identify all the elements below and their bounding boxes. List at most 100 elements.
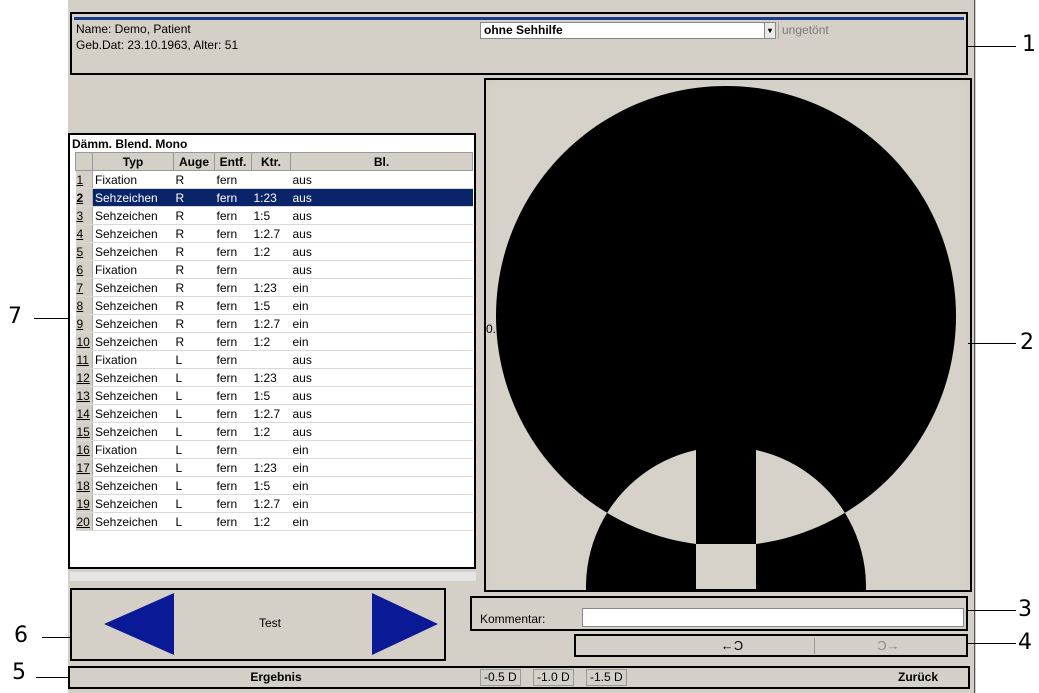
col-header-ktr[interactable]: Ktr. <box>251 152 291 171</box>
table-horizontal-scrollbar[interactable] <box>70 572 476 581</box>
cell-entf: fern <box>214 458 252 477</box>
cell-typ: Sehzeichen <box>92 314 174 333</box>
col-header-typ[interactable]: Typ <box>92 152 174 171</box>
row-index: 3 <box>75 206 93 225</box>
table-row[interactable]: 15 Sehzeichen Lfern 1:2 aus <box>75 422 473 441</box>
cell-typ: Fixation <box>92 170 174 189</box>
cell-ktr: 1:2 <box>251 332 291 351</box>
table-row[interactable]: 19 Sehzeichen Lfern 1:2.7 ein <box>75 494 473 513</box>
cell-bl: aus <box>290 386 473 405</box>
cell-auge: R <box>173 206 215 225</box>
cell-auge: L <box>173 458 215 477</box>
cell-ktr: 1:2 <box>251 422 291 441</box>
right-triangle-icon[interactable] <box>372 593 444 657</box>
diopter-button-1.5[interactable]: -1.5 D <box>586 669 627 686</box>
cell-entf: fern <box>214 278 252 297</box>
cell-bl: aus <box>290 404 473 423</box>
callout-line-4 <box>966 643 1016 644</box>
row-index: 19 <box>75 494 93 513</box>
table-row[interactable]: 2 Sehzeichen Rfern 1:23 aus <box>75 188 473 207</box>
cell-ktr: 1:23 <box>251 458 291 477</box>
undo-button[interactable]: ←Ɔ <box>652 638 812 654</box>
cell-bl: ein <box>290 314 473 333</box>
landolt-ring-shape <box>496 85 956 590</box>
row-index: 7 <box>75 278 93 297</box>
table-row[interactable]: 6 Fixation Rfern aus <box>75 260 473 279</box>
cell-bl: aus <box>290 188 473 207</box>
cell-entf: fern <box>214 494 252 513</box>
cell-entf: fern <box>214 368 252 387</box>
cell-auge: L <box>173 476 215 495</box>
cell-bl: aus <box>290 422 473 441</box>
cell-entf: fern <box>214 242 252 261</box>
table-row[interactable]: 8 Sehzeichen Rfern 1:5 ein <box>75 296 473 315</box>
col-header-entf[interactable]: Entf. <box>214 152 252 171</box>
row-index: 2 <box>75 188 93 207</box>
table-row[interactable]: 20 Sehzeichen Lfern 1:2 ein <box>75 512 473 531</box>
cell-typ: Sehzeichen <box>92 368 174 387</box>
callout-line-6 <box>42 637 70 638</box>
left-triangle-icon[interactable] <box>104 593 176 657</box>
cell-auge: L <box>173 422 215 441</box>
cell-bl: ein <box>290 440 473 459</box>
window-edge <box>974 0 975 693</box>
back-button[interactable]: Zurück <box>872 668 964 687</box>
table-row[interactable]: 4 Sehzeichen Rfern 1:2.7 aus <box>75 224 473 243</box>
cell-auge: L <box>173 350 215 369</box>
tint-field[interactable]: ungetönt <box>778 22 964 39</box>
visual-aid-select[interactable]: ohne Sehhilfe ▾ <box>480 22 776 39</box>
table-row[interactable]: 1 Fixation Rfern aus <box>75 170 473 189</box>
table-row[interactable]: 7 Sehzeichen Rfern 1:23 ein <box>75 278 473 297</box>
row-index: 9 <box>75 314 93 333</box>
redo-button[interactable]: Ɔ→ <box>814 638 962 654</box>
cell-typ: Sehzeichen <box>92 206 174 225</box>
cell-auge: L <box>173 386 215 405</box>
cell-typ: Sehzeichen <box>92 476 174 495</box>
cell-ktr: 1:23 <box>251 188 291 207</box>
cell-bl: aus <box>290 224 473 243</box>
cell-auge: L <box>173 368 215 387</box>
comment-input[interactable] <box>582 608 964 627</box>
result-button[interactable]: Ergebnis <box>78 668 474 687</box>
table-row[interactable]: 10 Sehzeichen Rfern 1:2 ein <box>75 332 473 351</box>
table-row[interactable]: 18 Sehzeichen Lfern 1:5 ein <box>75 476 473 495</box>
row-index: 16 <box>75 440 93 459</box>
diopter-button-0.5[interactable]: -0.5 D <box>480 669 521 686</box>
callout-line-3 <box>966 610 1016 611</box>
col-header-bl[interactable]: Bl. <box>290 152 473 171</box>
table-row[interactable]: 9 Sehzeichen Rfern 1:2.7 ein <box>75 314 473 333</box>
cell-typ: Sehzeichen <box>92 494 174 513</box>
table-row[interactable]: 12 Sehzeichen Lfern 1:23 aus <box>75 368 473 387</box>
row-index: 6 <box>75 260 93 279</box>
table-row[interactable]: 5 Sehzeichen Rfern 1:2 aus <box>75 242 473 261</box>
cell-auge: R <box>173 188 215 207</box>
cell-typ: Sehzeichen <box>92 188 174 207</box>
chevron-down-icon[interactable]: ▾ <box>764 23 775 38</box>
cell-ktr: 1:5 <box>251 386 291 405</box>
cell-bl: aus <box>290 206 473 225</box>
table-row[interactable]: 17 Sehzeichen Lfern 1:23 ein <box>75 458 473 477</box>
row-index: 18 <box>75 476 93 495</box>
table-row[interactable]: 13 Sehzeichen Lfern 1:5 aus <box>75 386 473 405</box>
table-row[interactable]: 11 Fixation Lfern aus <box>75 350 473 369</box>
cell-auge: R <box>173 296 215 315</box>
cell-auge: R <box>173 224 215 243</box>
col-header-auge[interactable]: Auge <box>173 152 215 171</box>
cell-ktr: 1:5 <box>251 476 291 495</box>
table-row[interactable]: 14 Sehzeichen Lfern 1:2.7 aus <box>75 404 473 423</box>
callout-6: 6 <box>14 623 28 648</box>
col-header-index <box>75 152 93 171</box>
cell-ktr: 1:5 <box>251 296 291 315</box>
cell-ktr: 1:23 <box>251 368 291 387</box>
cell-typ: Sehzeichen <box>92 224 174 243</box>
cell-typ: Sehzeichen <box>92 512 174 531</box>
table-header-row: Typ Auge Entf. Ktr. Bl. <box>75 152 473 171</box>
patient-dob: Geb.Dat: 23.10.1963, Alter: 51 <box>76 38 239 52</box>
cell-ktr: 1:23 <box>251 278 291 297</box>
cell-bl: aus <box>290 260 473 279</box>
cell-typ: Sehzeichen <box>92 422 174 441</box>
diopter-button-1.0[interactable]: -1.0 D <box>533 669 574 686</box>
table-row[interactable]: 16 Fixation Lfern ein <box>75 440 473 459</box>
patient-name: Name: Demo, Patient <box>76 22 191 36</box>
table-row[interactable]: 3 Sehzeichen Rfern 1:5 aus <box>75 206 473 225</box>
